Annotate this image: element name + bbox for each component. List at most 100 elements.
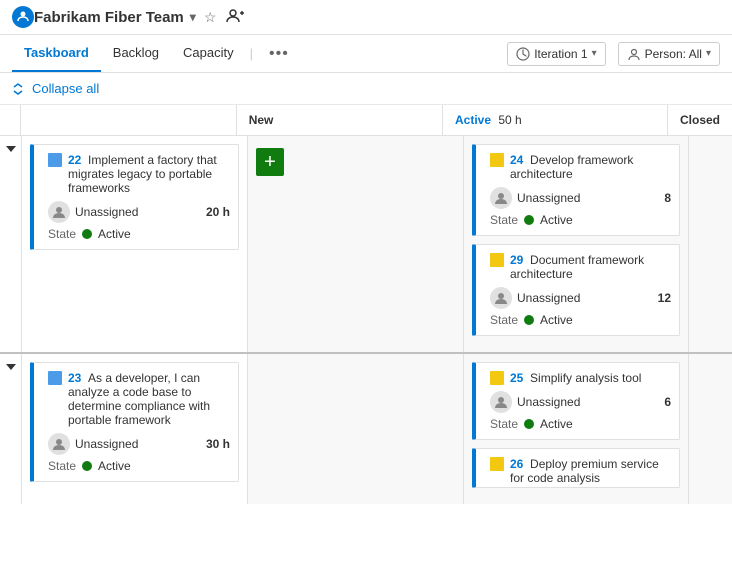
card-22-title-row: 22 Implement a factory that migrates leg…	[42, 153, 230, 195]
card-26-title-row: 26 Deploy premium service for code analy…	[484, 457, 671, 485]
card-22-avatar	[48, 201, 70, 223]
card-22-id: 22	[68, 153, 81, 167]
task-icon-24	[490, 153, 504, 167]
card-25-assignee: Unassigned	[490, 391, 580, 413]
card-24-state-dot	[524, 215, 534, 225]
lane1-closed-cell	[689, 136, 732, 352]
card-23-avatar	[48, 433, 70, 455]
new-col-header: New	[237, 105, 443, 135]
card-23-title-row: 23 As a developer, I can analyze a code …	[42, 371, 230, 427]
card-24-assignee: Unassigned	[490, 187, 580, 209]
card-24-id: 24	[510, 153, 523, 167]
card-29-hours: 12	[658, 291, 671, 305]
lane2-closed-cell	[689, 354, 732, 504]
card-23-assignee: Unassigned	[48, 433, 138, 455]
person-filter[interactable]: Person: All ▾	[618, 42, 720, 66]
swim-lane-1: 22 Implement a factory that migrates leg…	[0, 136, 732, 354]
nav-right: Iteration 1 ▾ Person: All ▾	[507, 42, 720, 66]
card-23-hours: 30 h	[206, 437, 230, 451]
swim-lane-2: 23 As a developer, I can analyze a code …	[0, 354, 732, 504]
lane1-new-cell: +	[248, 136, 464, 352]
collapse-all-button[interactable]: Collapse all	[12, 81, 99, 96]
more-options-button[interactable]: •••	[257, 37, 301, 71]
iteration-picker[interactable]: Iteration 1 ▾	[507, 42, 605, 66]
backlog-col-header	[21, 105, 237, 135]
card-25-state-label: State	[490, 417, 518, 431]
card-22-meta: Unassigned 20 h	[42, 201, 230, 223]
task-icon-29	[490, 253, 504, 267]
card-23-id: 23	[68, 371, 81, 385]
card-23-title: As a developer, I can analyze a code bas…	[68, 371, 210, 427]
card-29-state-text: Active	[540, 313, 573, 327]
star-icon[interactable]: ☆	[204, 9, 217, 26]
pbi-icon-23	[48, 371, 62, 385]
card-22-state-row: State Active	[42, 227, 230, 241]
card-23-state-label: State	[48, 459, 76, 473]
card-29-id: 29	[510, 253, 523, 267]
card-29-meta: Unassigned 12	[484, 287, 671, 309]
card-24: 24 Develop framework architecture Unassi…	[472, 144, 680, 236]
card-25-assignee-name: Unassigned	[517, 395, 580, 409]
nav-bar: Taskboard Backlog Capacity | ••• Iterati…	[0, 35, 732, 73]
card-26: 26 Deploy premium service for code analy…	[472, 448, 680, 488]
nav-taskboard[interactable]: Taskboard	[12, 35, 101, 72]
card-29-title: Document framework architecture	[510, 253, 644, 281]
card-29-assignee-name: Unassigned	[517, 291, 580, 305]
pbi-icon	[48, 153, 62, 167]
team-name[interactable]: Fabrikam Fiber Team ▾	[34, 9, 196, 26]
card-29-state-row: State Active	[484, 313, 671, 327]
card-24-meta: Unassigned 8	[484, 187, 671, 209]
lane2-chevron-icon	[6, 364, 16, 370]
card-23-state-text: Active	[98, 459, 131, 473]
card-23-state-dot	[82, 461, 92, 471]
card-25: 25 Simplify analysis tool Unassigned 6	[472, 362, 680, 440]
lane1-backlog-cell: 22 Implement a factory that migrates leg…	[22, 136, 248, 352]
top-bar: Fabrikam Fiber Team ▾ ☆	[0, 0, 732, 35]
card-25-meta: Unassigned 6	[484, 391, 671, 413]
card-22: 22 Implement a factory that migrates leg…	[30, 144, 239, 250]
nav-backlog[interactable]: Backlog	[101, 35, 171, 72]
card-24-avatar	[490, 187, 512, 209]
team-icon	[12, 6, 34, 28]
person-add-icon[interactable]	[226, 8, 244, 27]
lane2-toggle[interactable]	[0, 354, 22, 504]
card-29-title-row: 29 Document framework architecture	[484, 253, 671, 281]
active-col-header: Active 50 h	[443, 105, 668, 135]
card-24-hours: 8	[664, 191, 671, 205]
card-25-title-row: 25 Simplify analysis tool	[484, 371, 671, 385]
column-headers: New Active 50 h Closed	[0, 105, 732, 136]
lane1-active-cell: 24 Develop framework architecture Unassi…	[464, 136, 689, 352]
task-icon-25	[490, 371, 504, 385]
card-24-assignee-name: Unassigned	[517, 191, 580, 205]
closed-col-header: Closed	[668, 105, 732, 135]
card-22-state-label: State	[48, 227, 76, 241]
lane1-toggle[interactable]	[0, 136, 22, 352]
card-24-state-text: Active	[540, 213, 573, 227]
card-25-avatar	[490, 391, 512, 413]
top-bar-actions: ☆	[204, 8, 245, 27]
card-22-assignee: Unassigned	[48, 201, 138, 223]
card-25-state-dot	[524, 419, 534, 429]
card-29-state-dot	[524, 315, 534, 325]
card-23-state-row: State Active	[42, 459, 230, 473]
card-26-id: 26	[510, 457, 523, 471]
nav-capacity[interactable]: Capacity	[171, 35, 246, 72]
card-22-hours: 20 h	[206, 205, 230, 219]
card-24-title-row: 24 Develop framework architecture	[484, 153, 671, 181]
card-22-state-dot	[82, 229, 92, 239]
card-22-state-text: Active	[98, 227, 131, 241]
task-icon-26	[490, 457, 504, 471]
card-24-state-row: State Active	[484, 213, 671, 227]
card-24-state-label: State	[490, 213, 518, 227]
add-card-button-lane1-new[interactable]: +	[256, 148, 284, 176]
card-22-assignee-name: Unassigned	[75, 205, 138, 219]
card-23: 23 As a developer, I can analyze a code …	[30, 362, 239, 482]
card-23-meta: Unassigned 30 h	[42, 433, 230, 455]
board-content: 22 Implement a factory that migrates leg…	[0, 136, 732, 567]
lane2-backlog-cell: 23 As a developer, I can analyze a code …	[22, 354, 248, 504]
lane1-chevron-icon	[6, 146, 16, 152]
card-24-title: Develop framework architecture	[510, 153, 633, 181]
board-toolbar: Collapse all	[0, 73, 732, 105]
card-25-title: Simplify analysis tool	[530, 371, 641, 385]
lane2-new-cell	[248, 354, 464, 504]
